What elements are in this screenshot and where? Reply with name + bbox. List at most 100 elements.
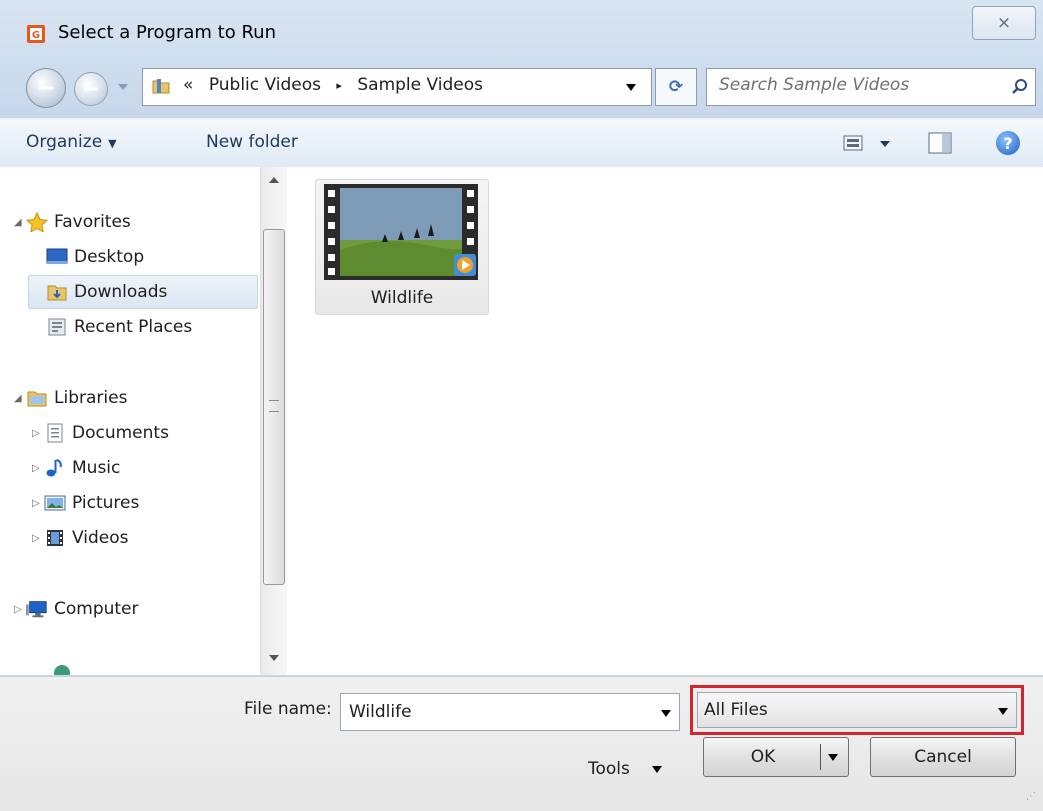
scroll-grip-icon <box>269 400 279 412</box>
nav-item-label: Desktop <box>74 247 145 267</box>
breadcrumb: « Public Videos ▸ Sample Videos <box>183 75 483 95</box>
computer-icon <box>26 599 48 619</box>
nav-favorites[interactable]: ◢ Favorites <box>14 205 131 239</box>
nav-item-label: Videos <box>72 528 129 548</box>
recent-places-icon <box>46 317 68 337</box>
back-button[interactable] <box>26 68 66 108</box>
dialog-title: Select a Program to Run <box>58 22 276 43</box>
dialog-footer: File name: Wildlife All Files Tools OK C… <box>0 676 1043 811</box>
cancel-button[interactable]: Cancel <box>870 737 1016 777</box>
folder-icon <box>152 79 170 94</box>
nav-item-documents[interactable]: ▷ Documents <box>32 416 169 450</box>
expanded-arrow-icon[interactable]: ◢ <box>14 393 26 404</box>
svg-text:G: G <box>32 30 40 41</box>
videos-icon <box>44 528 66 548</box>
title-bar: G Select a Program to Run × <box>0 0 1043 52</box>
scroll-up-arrow[interactable] <box>269 177 279 183</box>
change-view-button[interactable] <box>842 133 902 153</box>
file-name-label: File name: <box>244 699 332 719</box>
split-divider <box>820 744 821 770</box>
nav-item-label: Music <box>72 458 121 478</box>
breadcrumb-separator[interactable]: ▸ <box>336 79 342 92</box>
organize-label: Organize <box>26 132 103 152</box>
refresh-icon: ⟳ <box>668 77 684 97</box>
nav-item-videos[interactable]: ▷ Videos <box>32 521 129 555</box>
recent-locations-dropdown[interactable] <box>118 84 128 90</box>
navigation-pane: ◢ Favorites Desktop Downloads Recent Pla… <box>0 167 260 675</box>
close-button[interactable]: × <box>972 6 1036 40</box>
app-icon: G <box>27 25 45 43</box>
nav-computer[interactable]: ▷ Computer <box>14 592 139 626</box>
organize-menu-button[interactable]: Organize ▼ <box>26 132 117 152</box>
nav-item-music[interactable]: ▷ Music <box>32 451 120 485</box>
video-thumbnail-icon <box>324 184 478 280</box>
network-icon <box>54 665 70 675</box>
nav-item-label: Downloads <box>74 282 168 302</box>
close-icon: × <box>996 13 1012 33</box>
expanded-arrow-icon[interactable]: ◢ <box>14 217 26 228</box>
file-type-highlight: All Files <box>690 685 1024 735</box>
preview-pane-icon[interactable] <box>928 132 952 154</box>
file-name-label-text: File name: <box>244 699 332 719</box>
search-icon[interactable] <box>1011 78 1029 96</box>
chevron-down-icon <box>651 765 662 773</box>
nav-pane-scrollbar[interactable] <box>260 167 287 675</box>
forward-button[interactable] <box>74 72 108 106</box>
documents-icon <box>44 423 66 443</box>
music-icon <box>44 458 66 478</box>
ok-label: OK <box>750 747 776 767</box>
file-name-input[interactable]: Wildlife <box>340 693 680 731</box>
content-area: ◢ Favorites Desktop Downloads Recent Pla… <box>0 167 1043 675</box>
nav-item-desktop[interactable]: Desktop <box>46 240 144 274</box>
downloads-folder-icon <box>46 282 68 302</box>
chevron-down-icon: ▼ <box>108 137 117 150</box>
search-input[interactable]: Search Sample Videos <box>706 68 1036 106</box>
new-folder-button[interactable]: New folder <box>206 132 298 152</box>
nav-item-label: Documents <box>72 423 169 443</box>
breadcrumb-public-videos[interactable]: Public Videos <box>209 75 321 95</box>
file-name-value: Wildlife <box>349 702 412 722</box>
file-type-select[interactable]: All Files <box>697 692 1017 728</box>
collapsed-arrow-icon[interactable]: ▷ <box>32 463 44 474</box>
pictures-icon <box>44 493 66 513</box>
tools-menu-button[interactable]: Tools <box>588 749 688 789</box>
file-open-dialog: G Select a Program to Run × « Public Vid… <box>0 0 1043 811</box>
nav-libraries[interactable]: ◢ Libraries <box>14 381 127 415</box>
scroll-down-arrow[interactable] <box>269 655 279 661</box>
refresh-button[interactable]: ⟳ <box>655 68 697 106</box>
nav-item-pictures[interactable]: ▷ Pictures <box>32 486 139 520</box>
star-icon <box>26 212 48 232</box>
collapsed-arrow-icon[interactable]: ▷ <box>32 428 44 439</box>
tools-label: Tools <box>588 759 630 779</box>
nav-computer-label: Computer <box>54 599 139 619</box>
libraries-icon <box>26 388 48 408</box>
navigation-bar: « Public Videos ▸ Sample Videos ⟳ Search… <box>0 62 1043 112</box>
help-icon[interactable]: ? <box>996 131 1020 155</box>
ok-dropdown-arrow[interactable] <box>828 754 838 761</box>
search-placeholder: Search Sample Videos <box>719 75 910 95</box>
file-type-value: All Files <box>704 700 768 720</box>
collapsed-arrow-icon[interactable]: ▷ <box>14 604 26 615</box>
nav-item-label: Pictures <box>72 493 140 513</box>
file-list-pane: Wildlife <box>287 167 1043 675</box>
file-item[interactable]: Wildlife <box>315 179 489 315</box>
nav-item-recent-places[interactable]: Recent Places <box>46 310 192 344</box>
nav-favorites-label: Favorites <box>54 212 131 232</box>
file-name-dropdown-arrow[interactable] <box>661 710 671 717</box>
ok-button[interactable]: OK <box>703 737 849 777</box>
command-toolbar: Organize ▼ New folder ? <box>0 118 1043 168</box>
nav-libraries-label: Libraries <box>54 388 128 408</box>
breadcrumb-overflow[interactable]: « <box>183 75 193 95</box>
address-dropdown-arrow[interactable] <box>626 84 636 91</box>
file-type-dropdown-arrow[interactable] <box>998 708 1008 715</box>
resize-grip-icon[interactable]: ⋰ <box>1026 791 1036 802</box>
desktop-icon <box>46 247 68 267</box>
scroll-thumb[interactable] <box>263 229 285 585</box>
breadcrumb-sample-videos[interactable]: Sample Videos <box>357 75 483 95</box>
file-name-label: Wildlife <box>370 288 434 308</box>
collapsed-arrow-icon[interactable]: ▷ <box>32 533 44 544</box>
collapsed-arrow-icon[interactable]: ▷ <box>32 498 44 509</box>
address-bar[interactable]: « Public Videos ▸ Sample Videos <box>142 68 652 106</box>
nav-item-label: Recent Places <box>74 317 193 337</box>
nav-item-downloads[interactable]: Downloads <box>28 275 258 309</box>
